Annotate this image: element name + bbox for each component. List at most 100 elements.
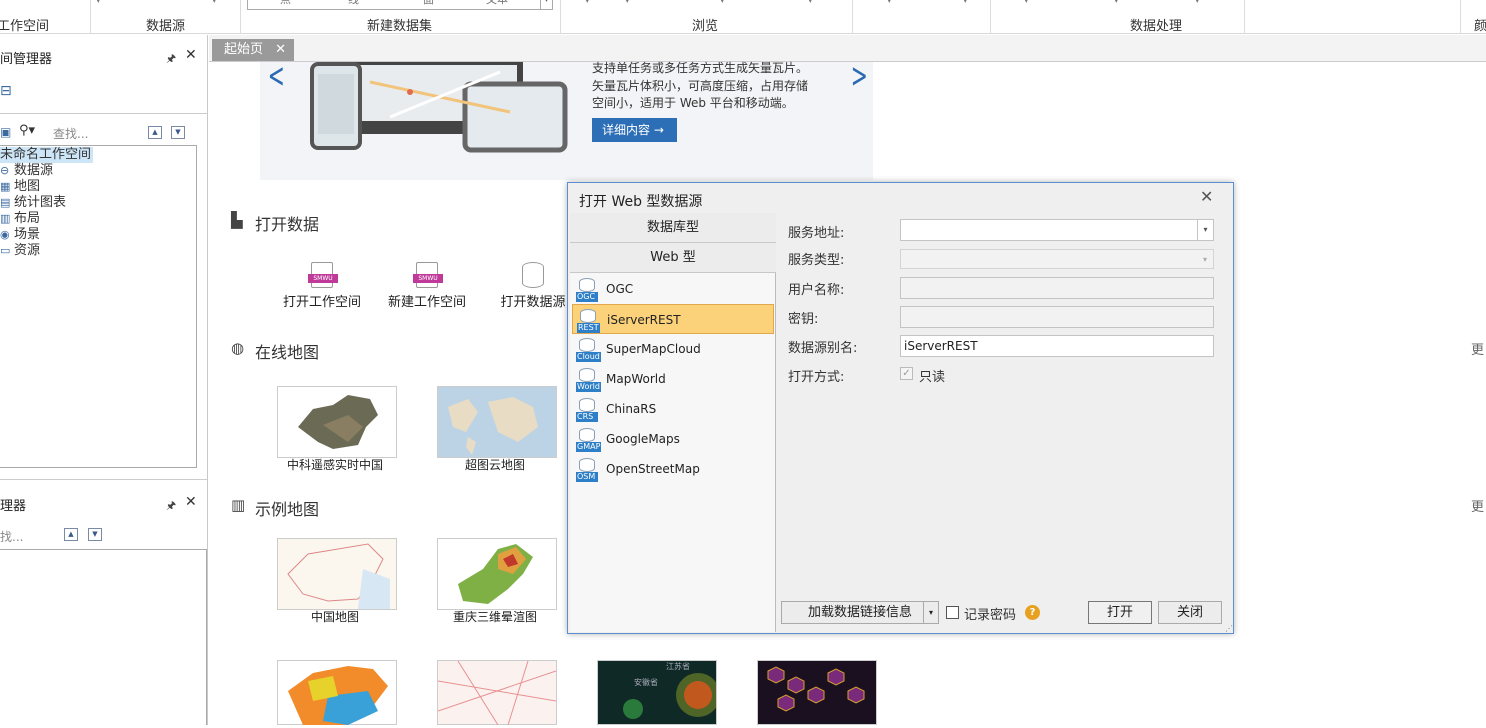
pin-icon[interactable]: 🖈 xyxy=(166,50,176,69)
tree-item-workspace[interactable]: 未命名工作空间 xyxy=(0,147,94,163)
username-input[interactable] xyxy=(900,277,1214,299)
workspace-toolbar-icon[interactable]: ⊟ xyxy=(0,83,12,99)
source-item-mapworld[interactable]: World MapWorld xyxy=(572,364,774,394)
search-prev-button[interactable]: ▲ xyxy=(64,528,78,541)
map-thumbnail-roads[interactable] xyxy=(437,660,557,726)
dropdown-arrow-icon[interactable]: ▾ xyxy=(720,0,725,6)
map-thumbnail-chongqing[interactable] xyxy=(437,538,557,610)
chevron-down-icon[interactable]: ▾ xyxy=(1197,250,1213,270)
dropdown-arrow-icon[interactable]: ▾ xyxy=(963,0,968,6)
temperature-map-thumbnail xyxy=(288,666,388,725)
resize-grip-icon[interactable]: ⋰ xyxy=(1225,624,1233,633)
pin-icon[interactable]: 🖈 xyxy=(166,497,176,516)
gallery-item-line[interactable]: 线 xyxy=(348,0,359,7)
source-item-supermapcloud[interactable]: Cloud SuperMapCloud xyxy=(572,334,774,364)
search-next-button[interactable]: ▼ xyxy=(171,126,185,139)
gallery-item-region[interactable]: 面 xyxy=(423,0,434,7)
chevron-left-icon[interactable]: < xyxy=(268,56,285,96)
chevron-down-icon[interactable]: ▾ xyxy=(923,602,938,623)
map-thumbnail-heatmap[interactable]: 江苏省 安徽省 xyxy=(597,660,720,725)
category-web-button[interactable]: Web 型 xyxy=(570,243,776,273)
tree-item-scenes[interactable]: ◉ 场景 xyxy=(0,227,40,243)
map-thumbnail-hexbin[interactable] xyxy=(757,660,877,725)
close-icon[interactable]: ✕ xyxy=(1200,187,1213,206)
gallery-item-text[interactable]: 文本 xyxy=(486,0,508,7)
database-icon: World xyxy=(576,368,601,392)
close-icon[interactable]: ✕ xyxy=(185,494,197,510)
alias-input[interactable]: iServerREST xyxy=(900,335,1214,357)
source-item-openstreetmap[interactable]: OSM OpenStreetMap xyxy=(572,454,774,484)
map-thumbnail-china[interactable] xyxy=(277,538,397,610)
source-item-iserverrest[interactable]: REST iServerREST xyxy=(572,304,774,334)
source-item-googlemaps[interactable]: GMAP GoogleMaps xyxy=(572,424,774,454)
dropdown-arrow-icon[interactable]: ▾ xyxy=(212,0,217,6)
chevron-down-icon[interactable]: ▾ xyxy=(1197,220,1213,240)
load-link-info-button[interactable]: 加载数据链接信息 ▾ xyxy=(781,601,939,624)
close-button[interactable]: 关闭 xyxy=(1158,601,1222,624)
source-item-chinars[interactable]: CRS ChinaRS xyxy=(572,394,774,424)
dropdown-arrow-icon[interactable]: ▾ xyxy=(808,0,813,6)
heatmap-thumbnail xyxy=(623,673,720,719)
dropdown-arrow-icon[interactable]: ▾ xyxy=(96,0,101,6)
alias-label: 数据源别名: xyxy=(788,341,858,356)
ribbon-group-workspace: 工作空间 xyxy=(0,19,50,34)
search-next-button[interactable]: ▼ xyxy=(88,528,102,541)
tree-item-resources[interactable]: ▭ 资源 xyxy=(0,243,40,259)
new-workspace-button[interactable]: SMWU 新建工作空间 xyxy=(385,262,469,310)
hexbin-thumbnail xyxy=(767,666,865,712)
search-icon[interactable]: ⚲▾ xyxy=(19,123,35,138)
gallery-item-point[interactable]: 点 xyxy=(280,0,291,7)
dropdown-arrow-icon[interactable]: ▾ xyxy=(1024,0,1029,6)
layer-search-input[interactable]: 找... xyxy=(0,528,23,545)
password-input[interactable] xyxy=(900,306,1214,328)
open-workspace-button[interactable]: SMWU 打开工作空间 xyxy=(280,262,364,310)
ribbon-group-datasource: 数据源 xyxy=(146,19,186,34)
open-button[interactable]: 打开 xyxy=(1088,601,1152,624)
chevron-right-icon[interactable]: > xyxy=(851,56,868,96)
tree-item-charts[interactable]: ▤ 统计图表 xyxy=(0,195,66,211)
dropdown-arrow-icon[interactable]: ▾ xyxy=(1195,0,1200,6)
dropdown-arrow-icon[interactable]: ▾ xyxy=(585,0,590,6)
ribbon-separator xyxy=(90,0,91,34)
source-item-ogc[interactable]: OGC OGC xyxy=(572,274,774,304)
gallery-expand-icon[interactable]: ▾ xyxy=(540,0,552,10)
ribbon-group-color: 颜 xyxy=(1474,19,1486,34)
dropdown-arrow-icon[interactable]: ▾ xyxy=(1114,0,1119,6)
map-thumbnail-chinars[interactable] xyxy=(277,386,397,458)
tree-item-label: 场景 xyxy=(14,227,41,242)
tree-toolbar-icon[interactable]: ▣ xyxy=(0,125,11,139)
map-thumbnail-temperature[interactable] xyxy=(277,660,397,725)
search-prev-button[interactable]: ▲ xyxy=(148,126,162,139)
open-datasource-button[interactable]: 打开数据源 xyxy=(494,262,572,310)
dropdown-arrow-icon[interactable]: ▾ xyxy=(887,0,892,6)
help-icon[interactable]: ? xyxy=(1025,605,1040,620)
dataset-type-gallery[interactable]: 点 线 面 文本 ▾ xyxy=(247,0,553,10)
source-badge: GMAP xyxy=(576,442,602,452)
category-database-button[interactable]: 数据库型 xyxy=(570,213,776,243)
divider xyxy=(0,113,208,114)
tree-item-layouts[interactable]: ▥ 布局 xyxy=(0,211,40,227)
service-url-label: 服务地址: xyxy=(788,226,845,241)
tree-item-datasources[interactable]: ⊖ 数据源 xyxy=(0,163,53,179)
dropdown-arrow-icon[interactable]: ▾ xyxy=(625,0,630,6)
detail-button[interactable]: 详细内容 → xyxy=(592,118,677,142)
layer-tree xyxy=(0,549,207,725)
alias-value: iServerREST xyxy=(904,339,978,353)
tree-item-maps[interactable]: ▦ 地图 xyxy=(0,179,40,195)
service-type-select[interactable]: ▾ xyxy=(900,249,1214,269)
password-label: 密钥: xyxy=(788,312,819,327)
map-thumbnail-supermap-cloud[interactable] xyxy=(437,386,557,458)
source-label: OpenStreetMap xyxy=(606,462,700,476)
more-link[interactable]: 更 xyxy=(1471,339,1484,358)
ribbon-separator xyxy=(990,0,991,34)
service-url-input[interactable]: ▾ xyxy=(900,219,1214,241)
close-icon[interactable]: ✕ xyxy=(185,47,197,63)
ribbon-separator xyxy=(560,0,561,34)
workspace-search-input[interactable]: 查找... xyxy=(53,125,88,142)
remember-password-checkbox[interactable] xyxy=(946,606,959,619)
file-badge: SMWU xyxy=(413,274,443,283)
ribbon-group-new-dataset: 新建数据集 xyxy=(367,19,433,34)
button-label: 加载数据链接信息 xyxy=(808,605,913,620)
readonly-checkbox[interactable]: ✓ xyxy=(900,367,913,380)
more-link[interactable]: 更 xyxy=(1471,496,1484,515)
